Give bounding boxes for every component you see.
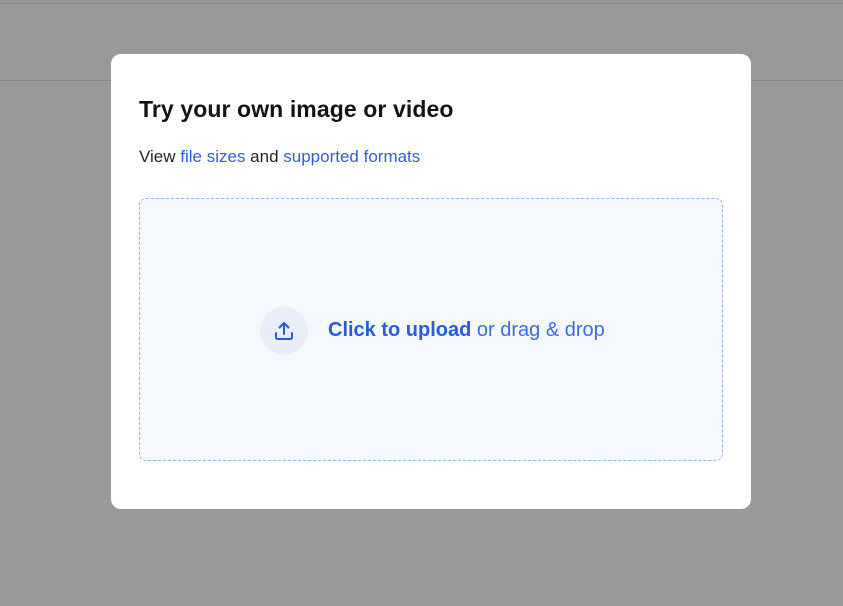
subtitle-middle: and (245, 147, 284, 166)
drag-drop-text: or drag & drop (471, 319, 605, 341)
file-sizes-link[interactable]: file sizes (180, 147, 245, 166)
supported-formats-link[interactable]: supported formats (283, 147, 420, 166)
upload-prompt[interactable]: Click to upload or drag & drop (328, 319, 605, 342)
modal-title: Try your own image or video (139, 96, 454, 122)
click-to-upload-link[interactable]: Click to upload (328, 319, 471, 341)
upload-dropzone[interactable]: Click to upload or drag & drop (139, 198, 723, 461)
subtitle-prefix: View (139, 147, 181, 166)
upload-modal: Try your own image or video View file si… (111, 54, 751, 509)
modal-subtitle: View file sizes and supported formats (139, 147, 420, 167)
background-divider (0, 3, 843, 4)
upload-icon[interactable] (260, 307, 308, 355)
